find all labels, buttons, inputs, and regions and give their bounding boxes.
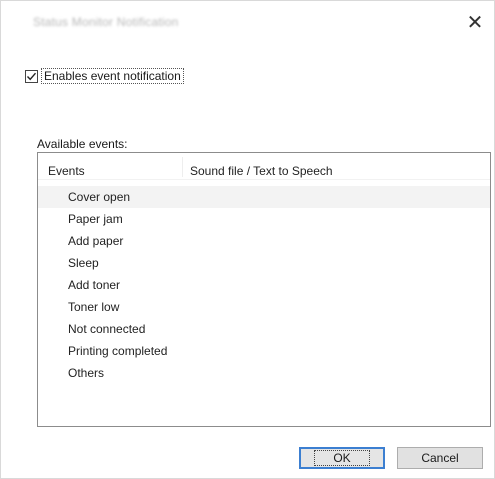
list-item[interactable]: Toner low	[38, 296, 490, 318]
checkmark-icon	[26, 72, 37, 80]
available-events-label: Available events:	[37, 137, 128, 151]
list-item[interactable]: Not connected	[38, 318, 490, 340]
list-item[interactable]: Paper jam	[38, 208, 490, 230]
column-header-events[interactable]: Events	[48, 164, 85, 178]
window-title: Status Monitor Notification	[33, 15, 179, 29]
list-item[interactable]: Printing completed	[38, 340, 490, 362]
cancel-button[interactable]: Cancel	[397, 447, 483, 469]
event-rows: Cover open Paper jam Add paper Sleep Add…	[38, 186, 490, 384]
column-header-sound-file[interactable]: Sound file / Text to Speech	[190, 164, 333, 178]
list-item[interactable]: Add toner	[38, 274, 490, 296]
notification-dialog: Status Monitor Notification ✕ Enables ev…	[0, 0, 495, 479]
list-item[interactable]: Add paper	[38, 230, 490, 252]
title-bar: Status Monitor Notification ✕	[1, 1, 494, 45]
ok-button[interactable]: OK	[299, 447, 385, 469]
list-item[interactable]: Cover open	[38, 186, 490, 208]
list-header: Events Sound file / Text to Speech	[38, 153, 490, 180]
list-item[interactable]: Sleep	[38, 252, 490, 274]
list-item[interactable]: Others	[38, 362, 490, 384]
column-divider[interactable]	[182, 157, 183, 177]
close-icon: ✕	[466, 11, 484, 34]
enable-notification-row[interactable]: Enables event notification	[25, 67, 184, 85]
events-list[interactable]: Events Sound file / Text to Speech Cover…	[37, 152, 491, 427]
enable-notification-label[interactable]: Enables event notification	[41, 68, 184, 84]
close-button[interactable]: ✕	[460, 7, 490, 37]
ok-button-label: OK	[314, 450, 370, 466]
enable-notification-checkbox[interactable]	[25, 69, 38, 83]
